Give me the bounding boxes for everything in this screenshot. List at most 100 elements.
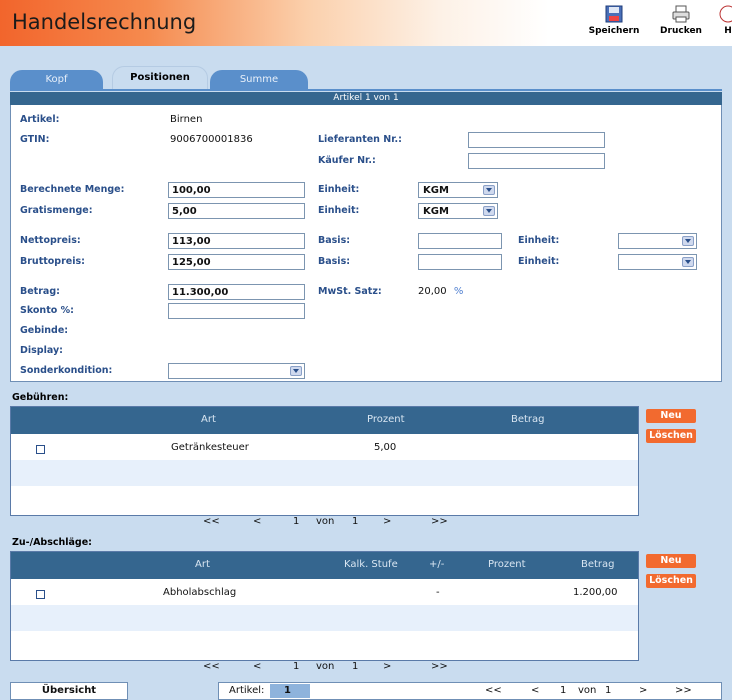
gtin-label: GTIN:	[20, 134, 50, 145]
gebuehren-new-button[interactable]: Neu	[646, 409, 696, 423]
mwst-unit: %	[453, 286, 464, 297]
tab-label: Summe	[239, 74, 279, 85]
col-header: Art	[195, 559, 210, 570]
help-button[interactable]: H	[718, 4, 732, 46]
pager-prev[interactable]: <	[253, 661, 261, 672]
menge-field[interactable]: 100,00	[168, 182, 305, 198]
einheit-value: KGM	[423, 185, 449, 196]
table-row	[11, 631, 638, 657]
pager-total: 1	[352, 661, 359, 672]
kaeufer-field[interactable]	[468, 153, 605, 169]
einheit-select[interactable]: KGM	[418, 182, 498, 198]
floppy-icon	[605, 5, 623, 23]
betrag-field[interactable]: 11.300,00	[168, 284, 305, 300]
sign-cell: -	[436, 587, 440, 598]
grid-header: Art Kalk. Stufe +/- Prozent Betrag	[11, 552, 638, 579]
betrag-label: Betrag:	[20, 286, 60, 297]
brutto-field[interactable]: 125,00	[168, 254, 305, 270]
menge-label: Berechnete Menge:	[20, 184, 125, 195]
tab-label: Kopf	[45, 74, 68, 85]
netto-label: Nettopreis:	[20, 235, 81, 246]
gebuehren-delete-button[interactable]: Löschen	[646, 429, 696, 443]
einheit-select[interactable]: KGM	[418, 203, 498, 219]
table-row[interactable]: Abholabschlag - 1.200,00	[11, 579, 638, 605]
prozent-cell: 5,00	[374, 442, 397, 453]
save-label: Speichern	[588, 26, 640, 36]
einheit-label: Einheit:	[518, 235, 560, 246]
tab-summe[interactable]: Summe	[210, 70, 308, 90]
pager-last[interactable]: >>	[431, 516, 448, 527]
pager-von: von	[316, 516, 335, 527]
zuabschlaege-delete-button[interactable]: Löschen	[646, 574, 696, 588]
einheit-value: KGM	[423, 206, 449, 217]
pager-first[interactable]: <<	[203, 516, 220, 527]
pager-prev[interactable]: <	[253, 516, 261, 527]
help-label: H	[724, 26, 732, 36]
tab-kopf[interactable]: Kopf	[10, 70, 103, 90]
article-nav-field[interactable]: 1	[270, 684, 310, 698]
gtin-value: 9006700001836	[170, 134, 253, 145]
pager-first[interactable]: <<	[203, 661, 220, 672]
einheit-select[interactable]	[618, 254, 697, 270]
article-nav: Artikel: 1 << < 1 von 1 > >>	[218, 682, 722, 700]
artikel-value: Birnen	[170, 114, 203, 125]
einheit-label: Einheit:	[318, 205, 360, 216]
netto-field[interactable]: 113,00	[168, 233, 305, 249]
overview-button[interactable]: Übersicht	[10, 682, 128, 700]
row-checkbox[interactable]	[36, 590, 45, 599]
zuabschlaege-new-button[interactable]: Neu	[646, 554, 696, 568]
tab-label: Positionen	[130, 72, 190, 83]
col-header: Betrag	[511, 414, 545, 425]
gebuehren-title: Gebühren:	[12, 392, 69, 403]
basis-field[interactable]	[418, 254, 502, 270]
app-title: Handelsrechnung	[12, 10, 197, 34]
betrag-cell: 1.200,00	[573, 587, 618, 598]
row-checkbox[interactable]	[36, 445, 45, 454]
art-cell: Abholabschlag	[163, 587, 237, 598]
gebuehren-pager: << < 1 von 1 > >>	[203, 516, 463, 528]
col-header: Betrag	[581, 559, 615, 570]
basis-label: Basis:	[318, 235, 351, 246]
pager-first[interactable]: <<	[485, 685, 502, 696]
pager-page: 1	[560, 685, 567, 696]
table-row	[11, 486, 638, 512]
article-counter: Artikel 1 von 1	[10, 92, 722, 105]
tab-positionen[interactable]: Positionen	[112, 66, 208, 90]
pager-total: 1	[352, 516, 359, 527]
pager-next[interactable]: >	[639, 685, 647, 696]
print-button[interactable]: Drucken	[656, 4, 706, 46]
col-header: Art	[201, 414, 216, 425]
zuabschlaege-pager: << < 1 von 1 > >>	[203, 661, 463, 673]
basis-label: Basis:	[318, 256, 351, 267]
gratis-field[interactable]: 5,00	[168, 203, 305, 219]
pager-next[interactable]: >	[383, 661, 391, 672]
pager-next[interactable]: >	[383, 516, 391, 527]
tab-divider	[10, 89, 722, 91]
printer-icon	[672, 5, 690, 23]
table-row[interactable]: Getränkesteuer 5,00	[11, 434, 638, 460]
display-label: Display:	[20, 345, 63, 356]
basis-field[interactable]	[418, 233, 502, 249]
save-button[interactable]: Speichern	[588, 4, 640, 46]
einheit-label: Einheit:	[318, 184, 360, 195]
pager-last[interactable]: >>	[431, 661, 448, 672]
pager-von: von	[578, 685, 597, 696]
sonder-select[interactable]	[168, 363, 305, 379]
help-icon	[719, 5, 732, 23]
skonto-label: Skonto %:	[20, 305, 74, 316]
einheit-select[interactable]	[618, 233, 697, 249]
col-header: Prozent	[367, 414, 405, 425]
zuabschlaege-grid: Art Kalk. Stufe +/- Prozent Betrag Abhol…	[10, 551, 639, 661]
pager-last[interactable]: >>	[675, 685, 692, 696]
print-label: Drucken	[660, 26, 702, 36]
gebinde-label: Gebinde:	[20, 325, 69, 336]
lieferanten-field[interactable]	[468, 132, 605, 148]
chevron-down-icon	[682, 236, 694, 246]
skonto-field[interactable]	[168, 303, 305, 319]
sonder-label: Sonderkondition:	[20, 365, 113, 376]
pager-page: 1	[293, 516, 300, 527]
lieferanten-label: Lieferanten Nr.:	[318, 134, 402, 145]
pager-von: von	[316, 661, 335, 672]
pager-prev[interactable]: <	[531, 685, 539, 696]
mwst-number: 20,00	[418, 286, 447, 297]
